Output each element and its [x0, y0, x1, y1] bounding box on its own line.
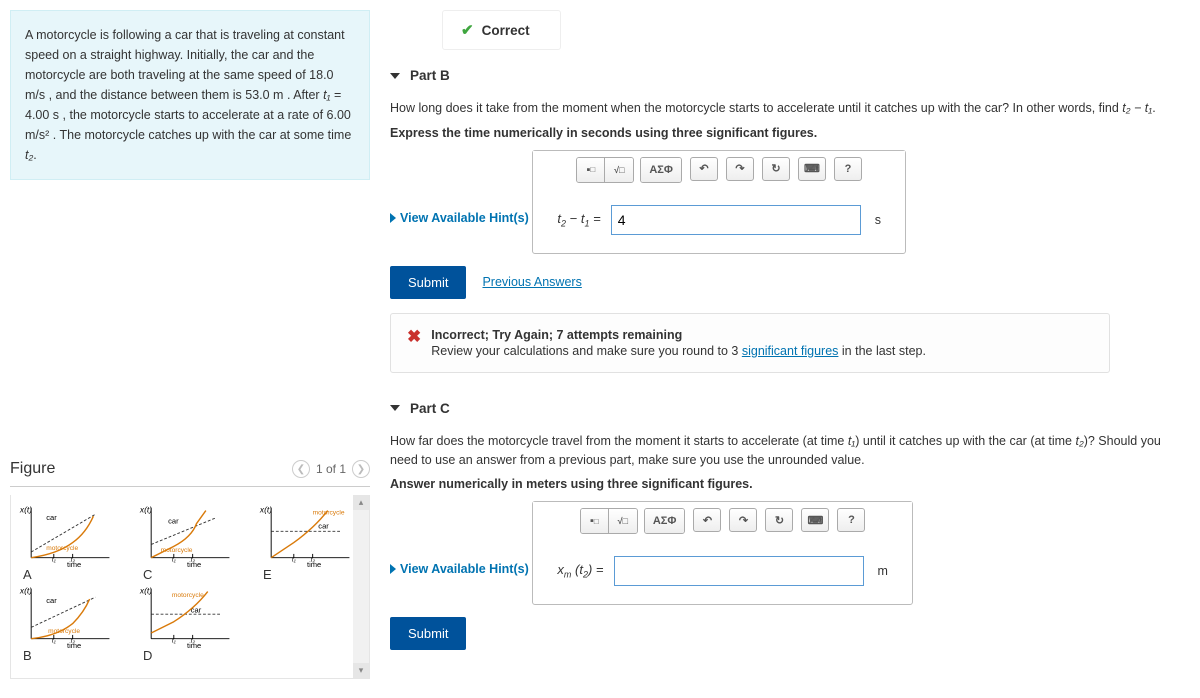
sqrt-button[interactable]: √□	[605, 158, 633, 182]
svg-text:t₂: t₂	[191, 637, 196, 644]
part-b-prompt: How long does it take from the moment wh…	[390, 99, 1170, 118]
part-c-unit: m	[878, 564, 888, 578]
figure-body: x(t) time t₁ t₂ car motorcycle A	[10, 495, 370, 679]
figure-option-d[interactable]: x(t) time t₁ t₂ car motorcycle	[139, 584, 235, 650]
part-c-submit-button[interactable]: Submit	[390, 617, 466, 650]
svg-text:motorcycle: motorcycle	[313, 509, 345, 516]
svg-text:car: car	[168, 517, 179, 526]
part-b: Part B How long does it take from the mo…	[390, 68, 1170, 373]
part-b-header[interactable]: Part B	[390, 68, 1170, 83]
svg-text:x(t): x(t)	[139, 504, 152, 514]
part-b-feedback: ✖ Incorrect; Try Again; 7 attempts remai…	[390, 313, 1110, 373]
significant-figures-link[interactable]: significant figures	[742, 344, 839, 358]
greek-button[interactable]: ΑΣΦ	[645, 509, 685, 533]
part-b-answer-input[interactable]	[611, 205, 861, 235]
caret-right-icon	[390, 564, 396, 574]
part-b-submit-button[interactable]: Submit	[390, 266, 466, 299]
figure-next-button[interactable]: ❯	[352, 460, 370, 478]
figure-nav-label: 1 of 1	[316, 462, 346, 476]
undo-button[interactable]: ↶	[693, 508, 721, 532]
help-button[interactable]: ?	[837, 508, 865, 532]
svg-text:motorcycle: motorcycle	[48, 628, 80, 635]
correct-banner: ✔ Correct	[442, 10, 561, 50]
svg-text:car: car	[318, 521, 329, 530]
caret-right-icon	[390, 213, 396, 223]
figure-option-a[interactable]: x(t) time t₁ t₂ car motorcycle	[19, 503, 115, 569]
check-icon: ✔	[461, 21, 474, 39]
part-b-var-label: t2 − t1 =	[557, 211, 600, 229]
figure-prev-button[interactable]: ❮	[292, 460, 310, 478]
part-c-answer-box: ▪□ √□ ΑΣΦ ↶ ↷ ↻ ⌨ ? xm (t2) =	[532, 501, 913, 605]
part-c-instruction: Answer numerically in meters using three…	[390, 477, 1170, 491]
part-c-hints-toggle[interactable]: View Available Hint(s)	[390, 562, 529, 576]
reset-button[interactable]: ↻	[762, 157, 790, 181]
problem-statement: A motorcycle is following a car that is …	[10, 10, 370, 180]
svg-text:x(t): x(t)	[19, 585, 32, 595]
svg-text:x(t): x(t)	[259, 504, 272, 514]
part-b-unit: s	[875, 213, 881, 227]
redo-button[interactable]: ↷	[729, 508, 757, 532]
keyboard-button[interactable]: ⌨	[801, 508, 829, 532]
part-c: Part C How far does the motorcycle trave…	[390, 401, 1170, 651]
redo-button[interactable]: ↷	[726, 157, 754, 181]
greek-button[interactable]: ΑΣΦ	[641, 158, 681, 182]
svg-text:x(t): x(t)	[19, 504, 32, 514]
svg-text:car: car	[191, 605, 202, 614]
svg-text:x(t): x(t)	[139, 585, 152, 595]
templates-button[interactable]: ▪□	[581, 509, 609, 533]
svg-text:car: car	[46, 513, 57, 522]
svg-text:motorcycle: motorcycle	[161, 547, 193, 554]
part-c-var-label: xm (t2) =	[557, 562, 603, 580]
svg-text:t₂: t₂	[311, 556, 316, 563]
keyboard-button[interactable]: ⌨	[798, 157, 826, 181]
part-c-answer-input[interactable]	[614, 556, 864, 586]
figure-panel: Figure ❮ 1 of 1 ❯ x(t) time	[10, 460, 370, 679]
svg-text:car: car	[46, 596, 57, 605]
part-b-hints-toggle[interactable]: View Available Hint(s)	[390, 211, 529, 225]
svg-text:t₂: t₂	[191, 556, 196, 563]
figure-option-c[interactable]: x(t) time t₁ t₂ car motorcycle	[139, 503, 235, 569]
part-b-instruction: Express the time numerically in seconds …	[390, 126, 1170, 140]
figure-heading: Figure	[10, 460, 55, 478]
caret-down-icon	[390, 405, 400, 411]
help-button[interactable]: ?	[834, 157, 862, 181]
templates-button[interactable]: ▪□	[577, 158, 605, 182]
figure-option-b[interactable]: x(t) time t₁ t₂ car motorcycle	[19, 584, 115, 650]
part-b-previous-answers[interactable]: Previous Answers	[482, 275, 581, 289]
part-c-header[interactable]: Part C	[390, 401, 1170, 416]
figure-option-e[interactable]: x(t) time t₁ t₂ car motorcycle	[259, 503, 355, 569]
svg-text:motorcycle: motorcycle	[46, 545, 78, 552]
svg-text:motorcycle: motorcycle	[172, 592, 204, 599]
sqrt-button[interactable]: √□	[609, 509, 637, 533]
caret-down-icon	[390, 73, 400, 79]
figure-scrollbar[interactable]: ▴ ▾	[353, 495, 369, 678]
part-c-prompt: How far does the motorcycle travel from …	[390, 432, 1170, 470]
reset-button[interactable]: ↻	[765, 508, 793, 532]
undo-button[interactable]: ↶	[690, 157, 718, 181]
x-icon: ✖	[407, 328, 421, 345]
svg-text:t₂: t₂	[71, 556, 76, 563]
svg-text:t₂: t₂	[71, 637, 76, 644]
part-b-answer-box: ▪□ √□ ΑΣΦ ↶ ↷ ↻ ⌨ ? t2 − t1 =	[532, 150, 906, 254]
